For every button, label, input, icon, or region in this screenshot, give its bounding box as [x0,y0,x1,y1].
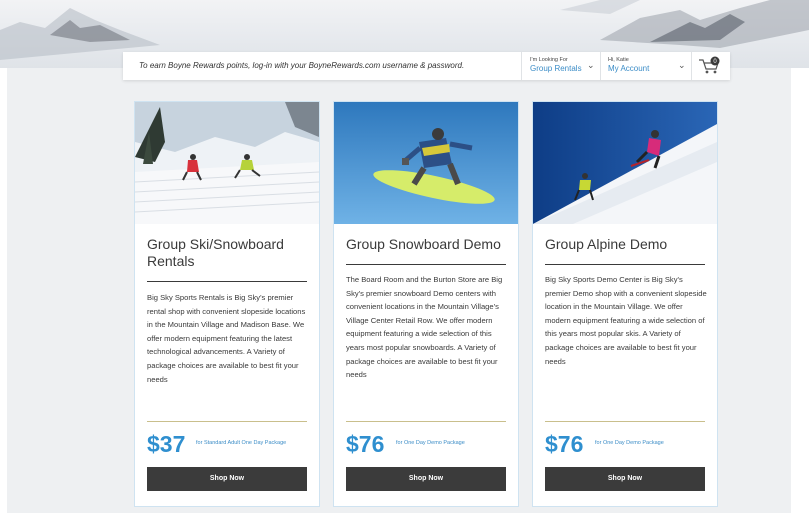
card-price: $76 [346,431,385,457]
rewards-message: To earn Boyne Rewards points, log-in wit… [139,61,465,70]
divider [691,52,692,80]
alpine-skiers-photo [533,102,717,224]
card-title: Group Alpine Demo [545,236,668,252]
my-account-link[interactable]: My Account [608,64,649,73]
price-divider [147,421,307,422]
skiers-photo [135,102,319,224]
looking-for-dropdown[interactable]: I'm Looking For Group Rentals [530,57,582,73]
looking-for-value: Group Rentals [530,64,582,73]
price-divider [545,421,705,422]
rewards-bar: To earn Boyne Rewards points, log-in wit… [123,52,730,80]
price-note: for Standard Adult One Day Package [196,440,287,446]
snowboarder-photo [334,102,518,224]
card-title: Group Snowboard Demo [346,236,501,252]
card-description: The Board Room and the Burton Store are … [346,275,503,380]
shop-now-button[interactable]: Shop Now [545,467,705,491]
product-card: Group Ski/Snowboard Rentals Big Sky Spor… [134,101,320,507]
card-title: Group Ski/Snowboard Rentals [147,236,284,269]
price-note: for One Day Demo Package [595,440,664,446]
greeting-text: Hi, Katie [608,57,629,63]
card-description: Big Sky Sports Rentals is Big Sky's prem… [147,293,306,384]
card-price: $76 [545,431,584,457]
title-divider [147,281,307,282]
product-card: Group Alpine Demo Big Sky Sports Demo Ce… [532,101,718,507]
shop-now-button[interactable]: Shop Now [346,467,506,491]
shop-now-button[interactable]: Shop Now [147,467,307,491]
title-divider [545,264,705,265]
card-price: $37 [147,431,186,457]
cart-icon[interactable]: 0 [698,56,722,76]
looking-for-label: I'm Looking For [530,57,568,63]
chevron-down-icon[interactable]: ⌄ [678,60,686,71]
price-note: for One Day Demo Package [396,440,465,446]
price-divider [346,421,506,422]
account-dropdown[interactable]: Hi, Katie My Account [608,57,649,73]
card-description: Big Sky Sports Demo Center is Big Sky's … [545,275,707,366]
divider [521,52,522,80]
chevron-down-icon[interactable]: ⌄ [587,60,595,71]
divider [600,52,601,80]
title-divider [346,264,506,265]
product-card: Group Snowboard Demo The Board Room and … [333,101,519,507]
